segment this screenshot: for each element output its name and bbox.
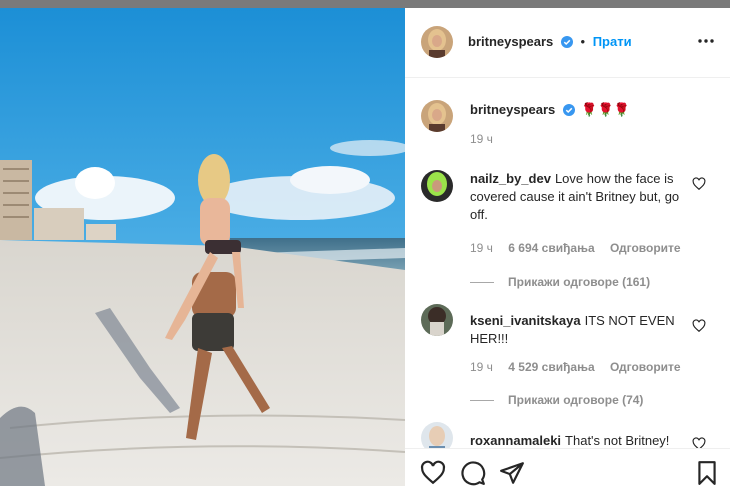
view-replies-label: Прикажи одговоре (161)	[508, 275, 651, 289]
verified-badge-icon	[560, 36, 573, 51]
post-side-panel: britneyspears • Прати britneyspears 🌹🌹🌹 1	[405, 8, 730, 486]
comments-list[interactable]: britneyspears 🌹🌹🌹 19 ч nailz_by_dev Love h…	[405, 78, 730, 448]
speech-bubble-icon[interactable]	[460, 460, 486, 486]
post-photo[interactable]	[0, 8, 405, 486]
comment-likes[interactable]: 6 694 свиђања	[508, 241, 594, 255]
post-action-bar	[405, 448, 730, 486]
comment-text: roxannamaleki That's not Britney!	[470, 432, 690, 448]
comment-text: nailz_by_dev Love how the face is covered…	[470, 170, 690, 224]
replies-divider-line	[470, 400, 494, 402]
beach-photo-image	[0, 8, 405, 486]
paper-plane-icon[interactable]	[499, 460, 525, 486]
comment-avatar[interactable]	[421, 422, 453, 448]
view-replies-button[interactable]: Прикажи одговоре (161)	[470, 275, 650, 289]
avatar-image	[421, 170, 453, 202]
author-username[interactable]: britneyspears	[468, 34, 553, 49]
more-options-icon[interactable]	[696, 35, 716, 47]
author-avatar[interactable]	[421, 26, 453, 58]
comment-text: kseni_ivanitskaya ITS NOT EVEN HER!!!	[470, 312, 690, 348]
caption-time[interactable]: 19 ч	[470, 132, 493, 146]
caption-text: britneyspears 🌹🌹🌹	[470, 101, 690, 121]
verified-badge-icon	[563, 103, 576, 121]
bookmark-icon[interactable]	[694, 460, 720, 486]
header-separator: •	[580, 34, 586, 49]
comment-time[interactable]: 19 ч	[470, 360, 493, 374]
view-replies-label: Прикажи одговоре (74)	[508, 393, 644, 407]
comment-username[interactable]: roxannamaleki	[470, 433, 561, 448]
avatar-image	[421, 26, 453, 58]
caption-avatar[interactable]	[421, 100, 453, 132]
view-replies-button[interactable]: Прикажи одговоре (74)	[470, 393, 643, 407]
comment-avatar[interactable]	[421, 170, 453, 202]
avatar-image	[421, 422, 453, 448]
comment-body: That's not Britney!	[565, 433, 670, 448]
comment-username[interactable]: nailz_by_dev	[470, 171, 551, 186]
browser-top-strip	[0, 0, 730, 8]
comment-time[interactable]: 19 ч	[470, 241, 493, 255]
heart-outline-icon[interactable]	[692, 177, 706, 191]
avatar-image	[421, 100, 453, 132]
like-heart-outline-icon[interactable]	[420, 460, 446, 486]
comment-meta: 19 ч 4 529 свиђања Одговорите	[470, 360, 693, 374]
comment-likes[interactable]: 4 529 свиђања	[508, 360, 594, 374]
post-header-info: britneyspears • Прати	[468, 34, 632, 51]
caption-username[interactable]: britneyspears	[470, 102, 555, 117]
heart-outline-icon[interactable]	[692, 437, 706, 448]
post-header: britneyspears • Прати	[405, 8, 730, 78]
comment-avatar[interactable]	[421, 304, 453, 336]
comment-meta: 19 ч 6 694 свиђања Одговорите	[470, 241, 693, 255]
comment-username[interactable]: kseni_ivanitskaya	[470, 313, 581, 328]
replies-divider-line	[470, 282, 494, 284]
heart-outline-icon[interactable]	[692, 319, 706, 333]
reply-button[interactable]: Одговорите	[610, 360, 681, 374]
caption-body: 🌹🌹🌹	[581, 102, 630, 117]
avatar-image	[421, 304, 453, 336]
caption-meta: 19 ч	[470, 132, 505, 146]
reply-button[interactable]: Одговорите	[610, 241, 681, 255]
follow-button[interactable]: Прати	[593, 34, 632, 49]
